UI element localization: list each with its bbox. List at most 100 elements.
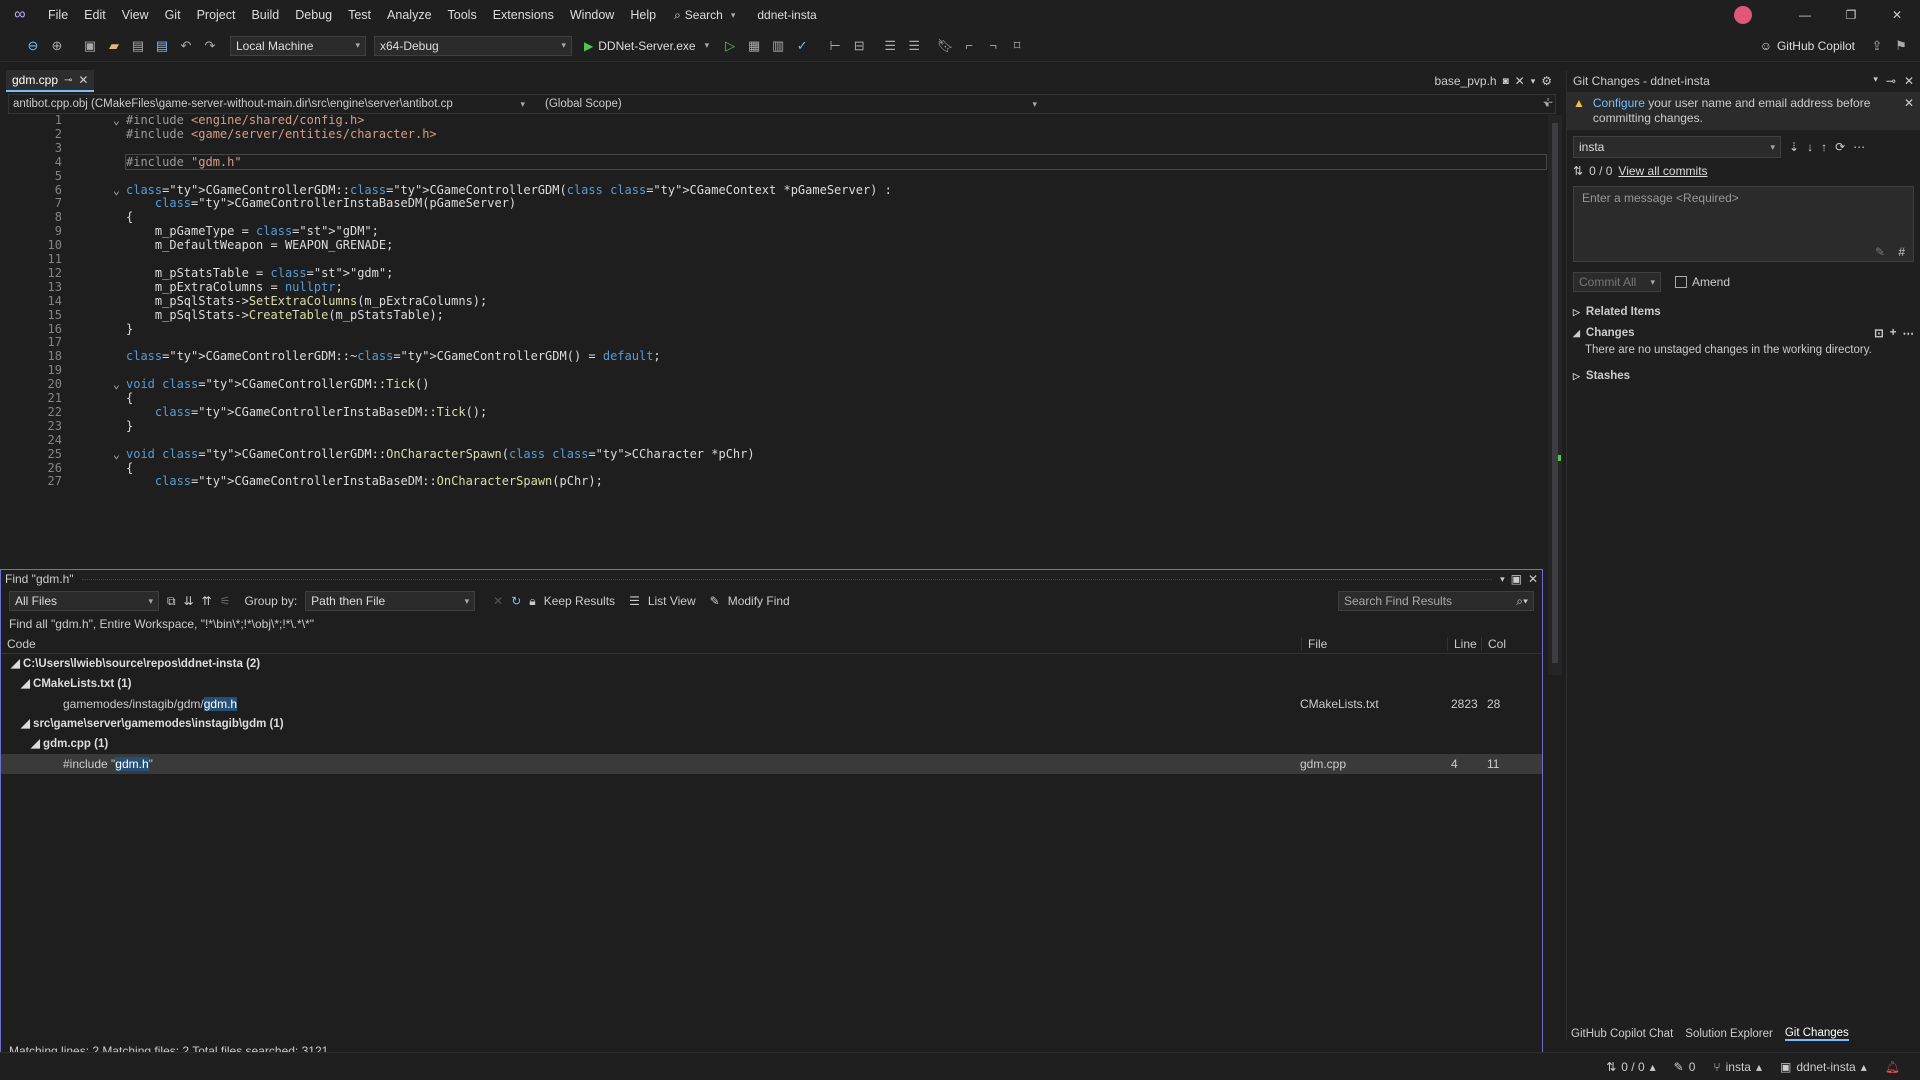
uncomment-icon[interactable]: ☰	[903, 35, 925, 57]
comment-icon[interactable]: ☰	[879, 35, 901, 57]
pull-icon[interactable]: ↓	[1807, 140, 1813, 154]
menu-debug[interactable]: Debug	[287, 0, 340, 30]
filter-icon[interactable]: ⚟	[220, 594, 231, 608]
maximize-icon[interactable]: ▣	[1511, 572, 1522, 586]
fold-icon[interactable]: ⌄	[108, 115, 120, 127]
fold-icon[interactable]: ⌄	[108, 183, 120, 197]
copilot-button[interactable]: ☺ GitHub Copilot	[1760, 39, 1855, 53]
code-editor[interactable]: 1 #include <engine/shared/config.h> 2 #incl…	[8, 115, 1548, 567]
bookmark-next-icon[interactable]: ¬	[982, 35, 1004, 57]
refresh-icon[interactable]: ↻	[511, 594, 521, 608]
list-view-button[interactable]: List View	[648, 594, 696, 608]
menu-test[interactable]: Test	[340, 0, 379, 30]
step-icon[interactable]: ⊢	[824, 35, 846, 57]
bookmark-icon[interactable]: 🔖︎	[934, 35, 956, 57]
forward-icon[interactable]: ⊕	[46, 35, 68, 57]
run-without-debug-icon[interactable]: ▷	[719, 35, 741, 57]
stashes-header[interactable]: ▷ Stashes	[1567, 364, 1920, 388]
view-commits-link[interactable]: View all commits	[1618, 164, 1707, 178]
menu-help[interactable]: Help	[622, 0, 664, 30]
tab-gdm-cpp[interactable]: gdm.cpp ⊸ ✕	[6, 70, 95, 92]
minimize-icon[interactable]: —	[1782, 8, 1828, 22]
copy-icon[interactable]: ⧉	[167, 594, 176, 609]
save-all-icon[interactable]: ▤	[151, 35, 173, 57]
layout-icon[interactable]: ▥	[767, 35, 789, 57]
menu-build[interactable]: Build	[243, 0, 287, 30]
scrollbar-thumb[interactable]	[1552, 123, 1558, 663]
notification-icon[interactable]: 🔔︎	[1885, 1060, 1900, 1074]
feedback-icon[interactable]: ⚑	[1890, 35, 1912, 57]
pending-changes[interactable]: ✎ 0	[1674, 1060, 1696, 1074]
run-button[interactable]: ▶ DDNet-Server.exe ▾	[584, 39, 709, 53]
tree-group-gdm-folder[interactable]: ◢ src\game\server\gamemodes\instagib\gdm…	[21, 714, 284, 734]
close-icon[interactable]: ✕	[1874, 8, 1920, 22]
split-icon[interactable]: ⊹	[1543, 95, 1553, 109]
menu-edit[interactable]: Edit	[76, 0, 114, 30]
result-row-selected[interactable]: #include "gdm.h" gdm.cpp 4 11	[1, 754, 1542, 774]
git-tab-2[interactable]: Git Changes	[1784, 1027, 1849, 1041]
sync-icon[interactable]: ⟳	[1835, 140, 1845, 154]
fold-icon[interactable]: ⌄	[108, 377, 120, 391]
menu-view[interactable]: View	[114, 0, 157, 30]
menu-window[interactable]: Window	[562, 0, 622, 30]
search-box[interactable]: ⌕ Search ▾	[674, 8, 735, 23]
commit-message-input[interactable]: Enter a message <Required> ✎ #	[1573, 186, 1914, 262]
config-select[interactable]: x64-Debug ▾	[374, 35, 572, 56]
panel-dropdown-icon[interactable]: ▾	[1873, 74, 1878, 88]
undo-icon[interactable]: ↶	[175, 35, 197, 57]
project-dropdown[interactable]: antibot.cpp.obj (CMakeFiles\game-server-…	[9, 98, 529, 110]
branch-select[interactable]: insta ▾	[1573, 136, 1781, 158]
redo-icon[interactable]: ↷	[199, 35, 221, 57]
reference-icon[interactable]: #	[1898, 245, 1905, 259]
bookmark-prev-icon[interactable]: ⌐	[958, 35, 980, 57]
more-icon[interactable]: ⋯	[1853, 140, 1865, 154]
stash-icon[interactable]: ⊡	[1874, 326, 1884, 340]
panel-dropdown-icon[interactable]: ▾	[1500, 574, 1505, 585]
expand-all-icon[interactable]: ⇊	[184, 594, 194, 608]
stage-all-icon[interactable]: +	[1890, 327, 1897, 339]
modify-find-button[interactable]: Modify Find	[728, 594, 790, 608]
keep-results-button[interactable]: Keep Results	[544, 594, 615, 608]
share-icon[interactable]: ⇪	[1866, 35, 1888, 57]
menu-tools[interactable]: Tools	[440, 0, 485, 30]
sync-status[interactable]: ⇅ 0 / 0 ▴	[1606, 1060, 1655, 1074]
format-icon[interactable]: ⊟	[848, 35, 870, 57]
avatar[interactable]	[1734, 6, 1752, 24]
group-by-select[interactable]: Path then File ▾	[305, 591, 476, 611]
bookmark-clear-icon[interactable]: ⌑	[1006, 35, 1028, 57]
pin-icon[interactable]: ⊸	[64, 75, 72, 86]
commit-all-button[interactable]: Commit All ▾	[1573, 272, 1661, 292]
tab-close-icon[interactable]: ✕	[78, 73, 88, 87]
pin-icon[interactable]: ⊸	[1886, 74, 1896, 88]
scope-select[interactable]: All Files ▾	[9, 591, 159, 611]
tree-group-cmakelists[interactable]: ◢ CMakeLists.txt (1)	[21, 674, 131, 694]
fold-icon[interactable]: ⌄	[108, 447, 120, 461]
stop-icon[interactable]: ✕	[493, 594, 503, 608]
result-row[interactable]: gamemodes/instagib/gdm/gdm.h CMakeLists.…	[1, 694, 1542, 714]
back-icon[interactable]: ⊖	[22, 35, 44, 57]
menu-analyze[interactable]: Analyze	[379, 0, 439, 30]
menu-project[interactable]: Project	[189, 0, 244, 30]
collapse-all-icon[interactable]: ⇈	[202, 594, 212, 608]
tree-group-gdm-cpp[interactable]: ◢ gdm.cpp (1)	[31, 734, 108, 754]
save-icon[interactable]: ▤	[127, 35, 149, 57]
fetch-icon[interactable]: ⇣	[1789, 140, 1799, 154]
target-select[interactable]: Local Machine ▾	[230, 35, 366, 56]
pin-icon[interactable]: ◙	[1503, 76, 1509, 87]
branch-status[interactable]: ⑂ insta ▴	[1713, 1060, 1762, 1074]
menu-file[interactable]: File	[40, 0, 76, 30]
menu-git[interactable]: Git	[157, 0, 189, 30]
tree-root[interactable]: ◢ C:\Users\lwieb\source\repos\ddnet-inst…	[11, 654, 260, 674]
spellcheck-icon[interactable]: ✓	[791, 35, 813, 57]
settings-icon[interactable]: ⚙	[1541, 74, 1552, 88]
scope-dropdown[interactable]: (Global Scope) ▾	[539, 98, 1043, 110]
open-icon[interactable]: ▰	[103, 35, 125, 57]
git-tab-0[interactable]: GitHub Copilot Chat	[1571, 1028, 1673, 1040]
restore-icon[interactable]: ❐	[1828, 8, 1874, 22]
tab-base-pvp-h[interactable]: base_pvp.h ◙ ✕ ▾ ⚙	[1429, 70, 1558, 92]
tab-close-icon[interactable]: ✕	[1515, 74, 1525, 88]
menu-extensions[interactable]: Extensions	[485, 0, 562, 30]
new-project-icon[interactable]: ▣	[79, 35, 101, 57]
tab-dropdown-icon[interactable]: ▾	[1531, 76, 1536, 87]
panel-close-icon[interactable]: ✕	[1904, 74, 1914, 88]
